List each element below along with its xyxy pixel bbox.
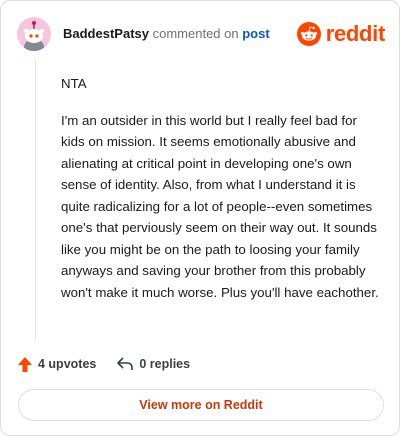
snoo-avatar-icon [23, 21, 45, 51]
post-link[interactable]: post [242, 26, 269, 41]
reddit-wordmark: reddit [325, 21, 386, 46]
comment-header: BaddestPatsy commented on post reddit [17, 15, 385, 53]
action-text: commented on [152, 26, 239, 41]
reddit-logo[interactable]: reddit [296, 21, 386, 47]
user-avatar[interactable] [17, 17, 51, 51]
upvote-arrow-icon [18, 356, 32, 372]
comment-meta: BaddestPatsy commented on post [63, 26, 270, 42]
upvote-count: 4 upvotes [38, 357, 97, 371]
comment-paragraph: I'm an outsider in this world but I real… [61, 112, 379, 300]
embedded-comment-card: BaddestPatsy commented on post reddit NT… [0, 0, 400, 436]
comment-body: NTA I'm an outsider in this world but I … [61, 73, 383, 318]
reply-button[interactable]: 0 replies [116, 356, 190, 372]
comment-actions: 4 upvotes 0 replies [17, 353, 190, 375]
upvote-button[interactable]: 4 upvotes [17, 356, 96, 373]
reddit-snoo-icon [296, 22, 321, 46]
reply-arrow-icon [117, 357, 134, 370]
comment-paragraph: NTA [61, 76, 87, 91]
thread-line [35, 59, 36, 341]
reply-count: 0 replies [139, 357, 191, 371]
username-link[interactable]: BaddestPatsy [63, 26, 149, 41]
view-more-button[interactable]: View more on Reddit [18, 389, 384, 421]
